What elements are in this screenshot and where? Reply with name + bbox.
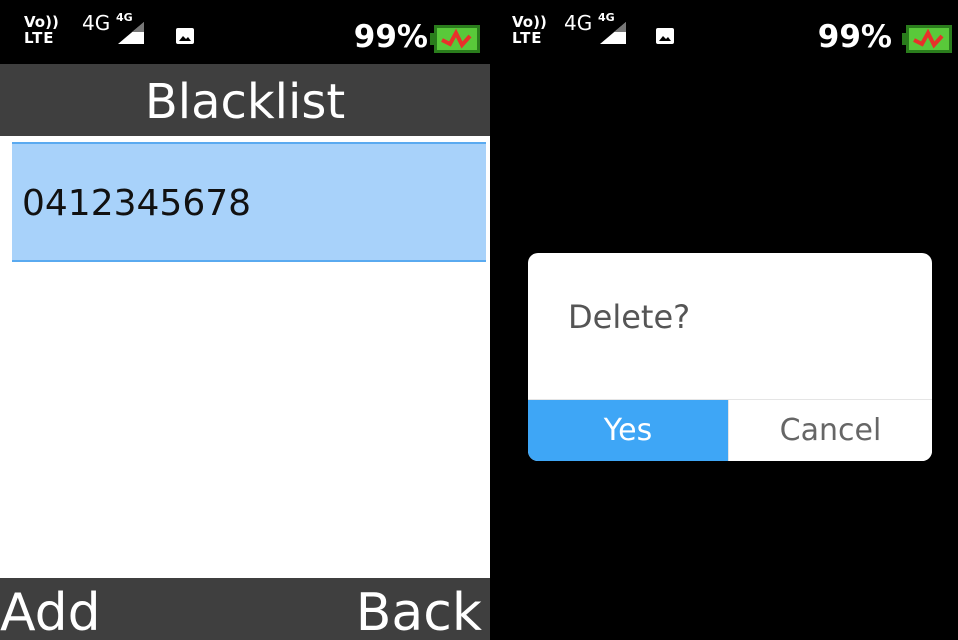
- delete-confirm-dialog: Delete? Yes Cancel: [528, 253, 932, 461]
- dialog-message: Delete?: [568, 298, 691, 336]
- picture-notification-icon: [176, 28, 194, 44]
- signal-strength-icon: [118, 22, 144, 44]
- network-type-label: 4G: [564, 11, 593, 35]
- signal-strength-icon: [600, 22, 626, 44]
- back-button[interactable]: Back: [356, 582, 482, 640]
- blacklist-item[interactable]: 0412345678: [12, 142, 486, 262]
- add-button[interactable]: Add: [0, 582, 101, 640]
- delete-confirm-screen: Vo)) LTE 4G 4G 99% Delete? Yes Cancel: [506, 0, 958, 640]
- picture-notification-icon: [656, 28, 674, 44]
- blacklist-screen: Vo)) LTE 4G 4G 99% Blacklist 0412345678 …: [0, 0, 490, 640]
- cancel-button[interactable]: Cancel: [728, 400, 932, 461]
- yes-button[interactable]: Yes: [528, 400, 728, 461]
- status-bar: Vo)) LTE 4G 4G 99%: [0, 0, 490, 64]
- battery-charging-icon: [902, 25, 952, 53]
- battery-percent: 99%: [353, 19, 428, 55]
- volte-indicator: Vo)) LTE: [512, 13, 547, 47]
- battery-charging-icon: [430, 25, 480, 53]
- dialog-button-row: Yes Cancel: [528, 399, 932, 461]
- network-type-label: 4G: [82, 11, 111, 35]
- battery-percent: 99%: [817, 19, 892, 55]
- blacklist-number: 0412345678: [22, 183, 252, 224]
- volte-indicator: Vo)) LTE: [24, 13, 59, 47]
- soft-key-bar: Add Back: [0, 578, 490, 640]
- title-bar: Blacklist: [0, 64, 490, 136]
- status-bar: Vo)) LTE 4G 4G 99%: [506, 0, 958, 64]
- page-title: Blacklist: [144, 74, 346, 130]
